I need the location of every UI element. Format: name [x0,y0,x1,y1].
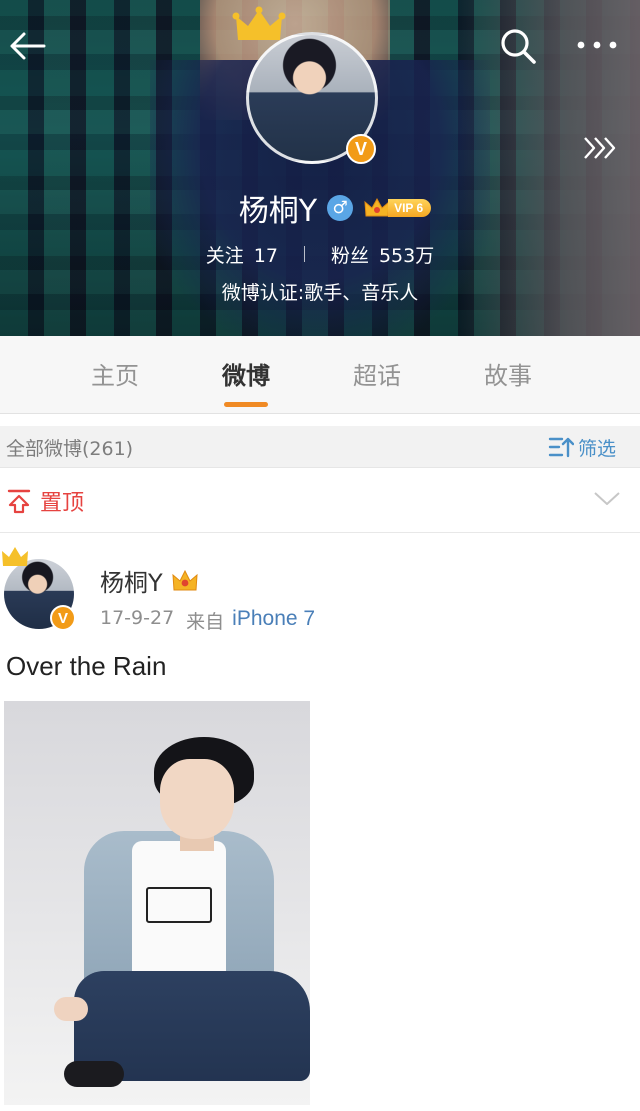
tab-home[interactable]: 主页 [60,356,170,391]
photo-face [160,759,234,839]
stats-divider [303,246,305,262]
followers-count: 553万 [378,244,435,267]
photo-hand [54,997,88,1021]
following-count: 17 [253,244,278,267]
male-gender-icon: ♂ [327,195,354,221]
vip-crown-icon [364,197,390,217]
weibo-post: V 杨桐Y 17-9-27 来自 iPhone 7 Over the Rain [0,533,640,1111]
profile-name: 杨桐Y [238,194,318,229]
profile-avatar-container[interactable]: V [232,6,378,164]
back-arrow-icon [10,32,46,60]
photo-shoe [64,1061,124,1087]
post-author-name[interactable]: 杨桐Y [100,563,163,598]
double-chevron-right-icon [584,137,616,159]
tab-stories[interactable]: 故事 [453,356,563,391]
post-photo[interactable] [4,701,310,1105]
profile-tabs: 主页 微博 超话 故事 [0,336,640,414]
back-button[interactable] [4,26,48,66]
weibo-list-header: 全部微博(261) 筛选 [0,426,640,468]
filter-button[interactable]: 筛选 [548,432,616,462]
weibo-count: 全部微博(261) [6,438,134,460]
verification-text: 微博认证:歌手、音乐人 [221,282,419,304]
pinned-label: 置顶 [40,491,85,516]
followers-stat[interactable]: 粉丝 553万 [331,241,434,268]
tab-weibo[interactable]: 微博 [191,356,301,391]
photo-shirt-print [146,887,212,923]
post-source[interactable]: iPhone 7 [232,607,315,634]
verified-badge: V [346,134,376,164]
profile-name-row: 杨桐Y ♂ VIP 6 [0,186,640,230]
post-source-prefix: 来自 [186,611,225,633]
chevron-down-icon[interactable] [592,489,622,509]
crown-icon [232,6,286,40]
pinned-section[interactable]: 置顶 [0,469,640,533]
expand-button[interactable] [578,128,622,168]
more-dots-icon [577,41,617,49]
following-stat[interactable]: 关注 17 [206,241,278,268]
post-meta: 17-9-27 来自 iPhone 7 [100,607,315,634]
active-tab-indicator [224,402,268,407]
vip-crown-icon [172,569,198,590]
verified-badge: V [50,605,76,631]
filter-label: 筛选 [578,437,617,460]
more-button[interactable] [574,30,620,60]
profile-stats: 关注 17 粉丝 553万 [0,238,640,270]
vip-badge[interactable]: VIP 6 [363,196,432,220]
filter-icon [548,437,574,458]
search-icon [501,29,536,64]
tab-super-topic[interactable]: 超话 [322,356,432,391]
post-author-row: 杨桐Y [100,563,199,598]
pin-top-icon [7,489,31,514]
followers-label: 粉丝 [330,244,369,267]
crown-icon [2,547,28,566]
pinned-header: 置顶 [6,485,84,517]
post-date: 17-9-27 [100,607,175,629]
vip-level-label: VIP 6 [388,199,432,217]
following-label: 关注 [205,244,244,267]
post-avatar-container[interactable]: V [2,547,76,631]
post-text: Over the Rain [6,651,167,681]
search-button[interactable] [496,24,540,68]
